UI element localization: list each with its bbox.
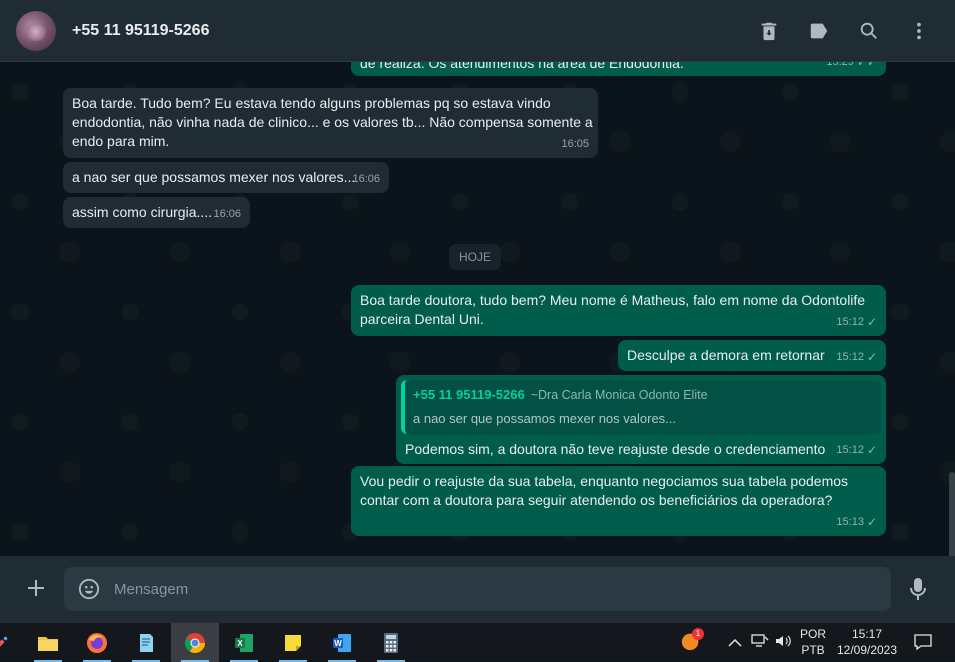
microphone-icon[interactable] [906, 576, 930, 602]
quoted-sender: +55 11 95119-5266 [413, 387, 525, 402]
scrollbar[interactable] [949, 472, 955, 556]
message-bubble[interactable]: assim como cirurgia.... 16:06 [63, 197, 250, 228]
message-time: 15:12 [836, 351, 864, 363]
message-bubble[interactable]: Vou pedir o reajuste da sua tabela, enqu… [351, 466, 886, 536]
message-bubble[interactable]: de realiza. Os atendimentos na área de E… [351, 62, 886, 76]
message-time: 16:06 [213, 208, 241, 220]
message-bubble[interactable]: Desculpe a demora em retornar 15:12 ✓ [618, 340, 886, 371]
chrome-icon[interactable] [171, 623, 219, 662]
network-icon[interactable] [751, 633, 769, 654]
label-icon[interactable] [807, 19, 831, 43]
notification-app-icon[interactable]: 1 [680, 628, 704, 654]
word-icon[interactable]: W [318, 623, 366, 662]
composer-bar [0, 556, 955, 622]
message-time: 15:12 [836, 444, 864, 456]
notepad-icon[interactable] [122, 623, 170, 662]
emoji-icon[interactable] [78, 578, 100, 600]
message-time: 15:29 [826, 62, 854, 68]
message-time: 15:12 [836, 316, 864, 328]
chat-header: +55 11 95119-5266 [0, 0, 955, 62]
calculator-icon[interactable] [367, 623, 415, 662]
message-input[interactable] [114, 567, 874, 611]
sent-check-icon: ✓ [866, 515, 877, 529]
sticky-notes-icon[interactable] [269, 623, 317, 662]
whatsapp-window: +55 11 95119-5266 de realiza. Os atendim… [0, 0, 955, 622]
input-language[interactable]: POR PTB [798, 626, 828, 658]
message-time: 16:05 [561, 138, 589, 150]
message-bubble[interactable]: Boa tarde. Tudo bem? Eu estava tendo alg… [63, 88, 598, 158]
message-bubble[interactable]: Boa tarde doutora, tudo bem? Meu nome é … [351, 285, 886, 336]
sent-check-icon: ✓ [866, 315, 877, 329]
search-icon[interactable] [857, 19, 881, 43]
message-bubble[interactable]: a nao ser que possamos mexer nos valores… [63, 162, 389, 193]
windows-taskbar: X W 1 POR PTB 15:17 12/09/2023 [0, 622, 955, 662]
sent-check-icon: ✓ [866, 350, 877, 364]
message-time: 15:13 [836, 516, 864, 528]
volume-icon[interactable] [774, 633, 792, 654]
sent-check-icon: ✓ [866, 443, 877, 457]
quoted-message[interactable]: +55 11 95119-5266 ~Dra Carla Monica Odont… [401, 380, 881, 434]
chevron-up-icon[interactable] [728, 635, 742, 653]
menu-icon[interactable] [907, 19, 931, 43]
quoted-sender-alias: ~Dra Carla Monica Odonto Elite [530, 388, 708, 402]
excel-icon[interactable]: X [220, 623, 268, 662]
delete-icon[interactable] [757, 19, 781, 43]
paint-icon[interactable] [0, 623, 16, 662]
message-box [64, 567, 891, 611]
svg-text:W: W [334, 639, 342, 648]
system-clock[interactable]: 15:17 12/09/2023 [836, 626, 898, 658]
file-explorer-icon[interactable] [24, 623, 72, 662]
firefox-icon[interactable] [73, 623, 121, 662]
attach-plus-icon[interactable] [24, 576, 48, 600]
day-separator: HOJE [449, 244, 501, 270]
read-receipt-icon: ✓✓ [856, 62, 877, 69]
contact-avatar[interactable] [16, 11, 56, 51]
notification-badge: 1 [692, 628, 704, 640]
notifications-icon[interactable] [913, 633, 933, 656]
svg-text:X: X [237, 639, 243, 648]
message-time: 16:06 [352, 173, 380, 185]
quoted-text: a nao ser que possamos mexer nos valores… [413, 411, 677, 426]
contact-name[interactable]: +55 11 95119-5266 [72, 22, 209, 40]
message-bubble[interactable]: +55 11 95119-5266 ~Dra Carla Monica Odont… [396, 375, 886, 464]
message-list[interactable]: de realiza. Os atendimentos na área de E… [0, 62, 955, 556]
